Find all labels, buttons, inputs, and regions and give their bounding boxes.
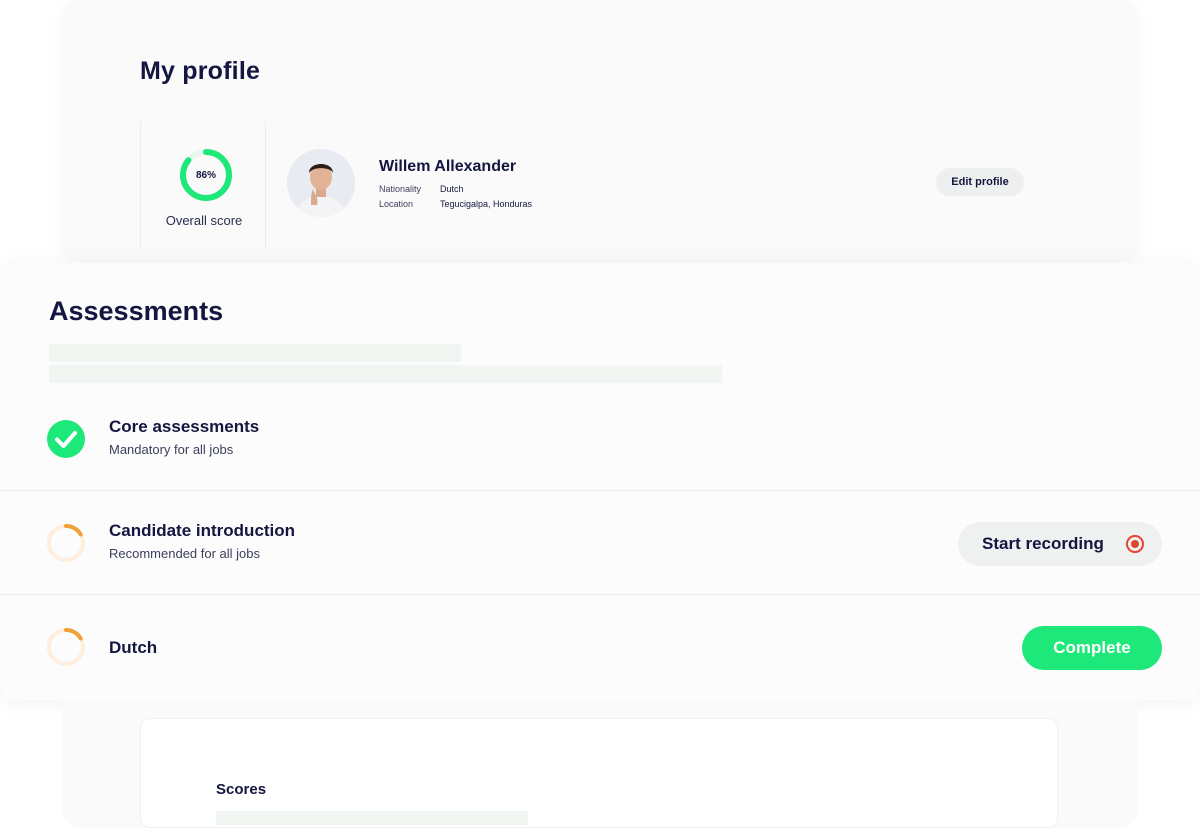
assessment-row-core[interactable]: Core assessments Mandatory for all jobs	[0, 387, 1200, 490]
assessments-title: Assessments	[49, 296, 224, 326]
assessment-title: Dutch	[109, 638, 158, 657]
progress-ring-icon	[47, 524, 85, 562]
start-recording-button[interactable]: Start recording	[958, 522, 1162, 566]
check-circle-icon	[47, 420, 85, 458]
scores-title: Scores	[216, 781, 267, 798]
assessment-row-dutch[interactable]: Dutch Complete	[0, 594, 1200, 697]
page: My profile 86% Overall score Willem Alle…	[0, 0, 1200, 828]
assessments-card: Assessments Core assessments Mandatory f…	[0, 263, 1200, 700]
assessment-title: Candidate introduction	[109, 521, 296, 540]
profile-name: Willem Allexander	[379, 158, 517, 175]
skeleton-line	[49, 365, 722, 383]
skeleton-line	[216, 811, 528, 825]
nationality-label: Nationality	[379, 184, 422, 194]
assessment-row-intro[interactable]: Candidate introduction Recommended for a…	[0, 490, 1200, 593]
skeleton-line	[49, 344, 461, 362]
location-value: Tegucigalpa, Honduras	[440, 199, 533, 209]
overall-score-box: 86% Overall score	[140, 122, 266, 248]
profile-title: My profile	[140, 57, 261, 85]
edit-profile-button[interactable]: Edit profile	[936, 168, 1024, 196]
assessment-title: Core assessments	[109, 417, 260, 436]
progress-ring-icon	[47, 628, 85, 666]
record-icon	[1126, 535, 1144, 553]
start-recording-label: Start recording	[982, 534, 1104, 553]
assessment-subtitle: Mandatory for all jobs	[109, 442, 234, 457]
nationality-value: Dutch	[440, 184, 464, 194]
overall-score-label: Overall score	[165, 213, 243, 228]
avatar	[287, 149, 355, 217]
complete-button[interactable]: Complete	[1022, 626, 1162, 670]
location-label: Location	[379, 199, 414, 209]
assessment-subtitle: Recommended for all jobs	[109, 546, 261, 561]
overall-score-value: 86%	[195, 169, 216, 181]
profile-summary: 86% Overall score Willem Allexander Nati…	[140, 122, 1058, 250]
